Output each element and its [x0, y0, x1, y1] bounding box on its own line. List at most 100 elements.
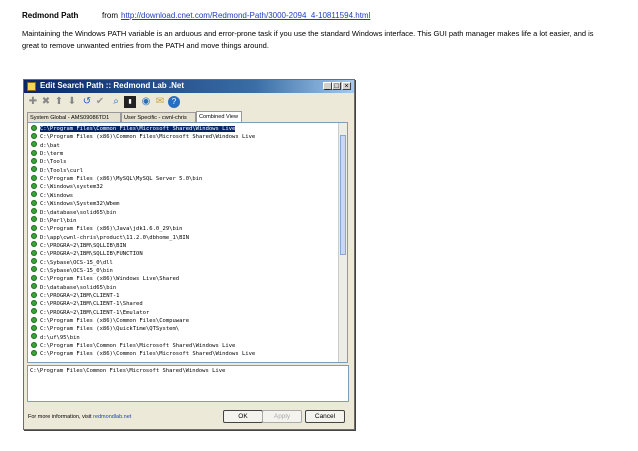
enabled-check-icon[interactable]	[31, 349, 37, 356]
enabled-check-icon[interactable]	[31, 199, 37, 206]
path-list-item[interactable]: C:\PROGRA~2\IBM\CLIENT-1\Shared	[31, 299, 143, 308]
path-list-item[interactable]: d:\bat	[31, 141, 60, 150]
ok-button[interactable]: OK	[223, 410, 263, 423]
help-icon[interactable]: ?	[168, 96, 180, 108]
path-text: C:\Program Files (x86)\Java\jdk1.6.0_29\…	[40, 226, 183, 233]
path-text: C:\Program Files (x86)\QuickTime\QTSyste…	[40, 326, 180, 333]
path-list-item[interactable]: D:\Tools	[31, 157, 67, 166]
enabled-check-icon[interactable]	[31, 241, 37, 248]
enabled-check-icon[interactable]	[31, 266, 37, 273]
check-icon[interactable]: ✔	[94, 96, 106, 108]
enabled-check-icon[interactable]	[31, 324, 37, 331]
enabled-check-icon[interactable]	[31, 283, 37, 290]
move-down-icon[interactable]: ⬇	[66, 96, 78, 108]
path-list-item[interactable]: D:\database\solid65\bin	[31, 208, 116, 217]
mail-icon[interactable]: ✉	[154, 96, 166, 108]
add-icon[interactable]: ✚	[27, 96, 39, 108]
enabled-check-icon[interactable]	[31, 274, 37, 281]
path-list-item[interactable]: D:\database\solid65\bin	[31, 283, 116, 292]
enabled-check-icon[interactable]	[31, 132, 37, 139]
path-list-item[interactable]: C:\PROGRA~2\IBM\SQLLIB\BIN	[31, 241, 127, 250]
path-list-item[interactable]: D:\app\cwnl-chris\product\11.2.0\dbhome_…	[31, 233, 190, 242]
enabled-check-icon[interactable]	[31, 333, 37, 340]
enabled-check-icon[interactable]	[31, 157, 37, 164]
enabled-check-icon[interactable]	[31, 258, 37, 265]
tab-system-global[interactable]: System Global - AMS09086TD1	[27, 112, 121, 122]
path-text: C:\Program Files\Common Files\Microsoft …	[40, 126, 236, 132]
enabled-check-icon[interactable]	[31, 299, 37, 306]
path-list-item[interactable]: C:\Program Files (x86)\Common Files\Micr…	[31, 132, 255, 141]
path-text: C:\Sybase\OCS-15_0\dll	[40, 259, 113, 266]
enabled-check-icon[interactable]	[31, 291, 37, 298]
enabled-check-icon[interactable]	[31, 149, 37, 156]
vertical-scrollbar[interactable]	[338, 123, 347, 362]
enabled-check-icon[interactable]	[31, 341, 37, 348]
path-list-item[interactable]: C:\Windows\system32	[31, 182, 103, 191]
path-list-item[interactable]: C:\Windows	[31, 191, 73, 200]
enabled-check-icon[interactable]	[31, 182, 37, 189]
tab-combined-view[interactable]: Combined View	[196, 111, 242, 122]
search-icon[interactable]: ⌕	[110, 96, 122, 108]
path-list-item[interactable]: C:\Program Files (x86)\MySQL\MySQL Serve…	[31, 174, 202, 183]
path-list-item[interactable]: C:\Windows\System32\Wbem	[31, 199, 119, 208]
toolbar: ✚ ✖ ⬆ ⬇ ↺ ✔ ⌕ ▮ ◉ ✉ ?	[27, 95, 351, 109]
enabled-check-icon[interactable]	[31, 208, 37, 214]
path-list-item[interactable]: C:\Program Files\Common Files\Microsoft …	[31, 124, 236, 133]
path-list-item[interactable]: C:\PROGRA~2\IBM\CLIENT-1\Emulator	[31, 308, 150, 317]
undo-icon[interactable]: ↺	[81, 96, 93, 108]
console-icon[interactable]: ▮	[124, 96, 136, 108]
path-text: C:\Sybase\OCS-15_0\bin	[40, 267, 113, 274]
path-list-item[interactable]: C:\PROGRA~2\IBM\SQLLIB\FUNCTION	[31, 249, 143, 258]
enabled-check-icon[interactable]	[31, 166, 37, 173]
path-list-item[interactable]: C:\Sybase\OCS-15_0\bin	[31, 266, 113, 275]
enabled-check-icon[interactable]	[31, 124, 37, 131]
path-text: C:\PROGRA~2\IBM\CLIENT-1\Shared	[40, 301, 143, 308]
title-bar[interactable]: Edit Search Path :: Redmond Lab .Net _ □…	[24, 80, 354, 93]
delete-icon[interactable]: ✖	[40, 96, 52, 108]
enabled-check-icon[interactable]	[31, 216, 37, 223]
path-list-item[interactable]: C:\Sybase\OCS-15_0\dll	[31, 258, 113, 267]
path-list-item[interactable]: D:\Perl\bin	[31, 216, 77, 225]
path-text: D:\app\cwnl-chris\product\11.2.0\dbhome_…	[40, 234, 190, 241]
path-text: C:\Program Files\Common Files\Microsoft …	[40, 343, 236, 350]
move-up-icon[interactable]: ⬆	[53, 96, 65, 108]
path-list-item[interactable]: C:\Program Files (x86)\Windows Live\Shar…	[31, 274, 179, 283]
tab-user-specific[interactable]: User Specific - cwnl-chris	[121, 112, 196, 122]
document-header: Redmond Path from http://download.cnet.c…	[22, 11, 370, 20]
enabled-check-icon[interactable]	[31, 224, 37, 231]
path-text: C:\PROGRA~2\IBM\CLIENT-1\Emulator	[40, 309, 150, 316]
enabled-check-icon[interactable]	[31, 249, 37, 256]
path-text: D:\Perl\bin	[40, 217, 77, 224]
path-text: C:\PROGRA~2\IBM\SQLLIB\BIN	[40, 242, 127, 249]
path-list-item[interactable]: C:\Program Files (x86)\Java\jdk1.6.0_29\…	[31, 224, 183, 233]
path-text: D:\Tools	[40, 159, 67, 166]
maximize-button[interactable]: □	[332, 82, 341, 90]
path-text: d:\uf\95\bin	[40, 334, 80, 341]
path-list-item[interactable]: d:\uf\95\bin	[31, 333, 80, 342]
globe-icon[interactable]: ◉	[140, 96, 152, 108]
path-text: C:\PROGRA~2\IBM\SQLLIB\FUNCTION	[40, 251, 143, 258]
path-list-item[interactable]: C:\Program Files (x86)\Common Files\Micr…	[31, 349, 255, 358]
path-text: D:\Tools\curl	[40, 167, 84, 174]
path-list-item[interactable]: D:\term	[31, 149, 63, 158]
enabled-check-icon[interactable]	[31, 141, 37, 148]
path-edit-field[interactable]: C:\Program Files\Common Files\Microsoft …	[27, 365, 349, 402]
minimize-button[interactable]: _	[323, 82, 332, 90]
path-list[interactable]: C:\Program Files\Common Files\Microsoft …	[27, 122, 348, 363]
cancel-button[interactable]: Cancel	[305, 410, 345, 423]
enabled-check-icon[interactable]	[31, 174, 37, 181]
close-button[interactable]: ×	[342, 82, 351, 90]
enabled-check-icon[interactable]	[31, 191, 37, 198]
path-list-item[interactable]: D:\Tools\curl	[31, 166, 84, 175]
path-list-item[interactable]: C:\Program Files\Common Files\Microsoft …	[31, 341, 236, 350]
enabled-check-icon[interactable]	[31, 233, 37, 240]
path-list-item[interactable]: C:\Program Files (x86)\Common Files\Comp…	[31, 316, 189, 325]
enabled-check-icon[interactable]	[31, 316, 37, 323]
path-list-item[interactable]: C:\PROGRA~2\IBM\CLIENT-1	[31, 291, 119, 300]
source-link[interactable]: http://download.cnet.com/Redmond-Path/30…	[121, 11, 370, 20]
enabled-check-icon[interactable]	[31, 308, 37, 315]
scrollbar-thumb[interactable]	[340, 135, 346, 255]
apply-button[interactable]: Apply	[262, 410, 302, 423]
footer-link[interactable]: redmondlab.net	[93, 414, 131, 420]
path-list-item[interactable]: C:\Program Files (x86)\QuickTime\QTSyste…	[31, 324, 180, 333]
